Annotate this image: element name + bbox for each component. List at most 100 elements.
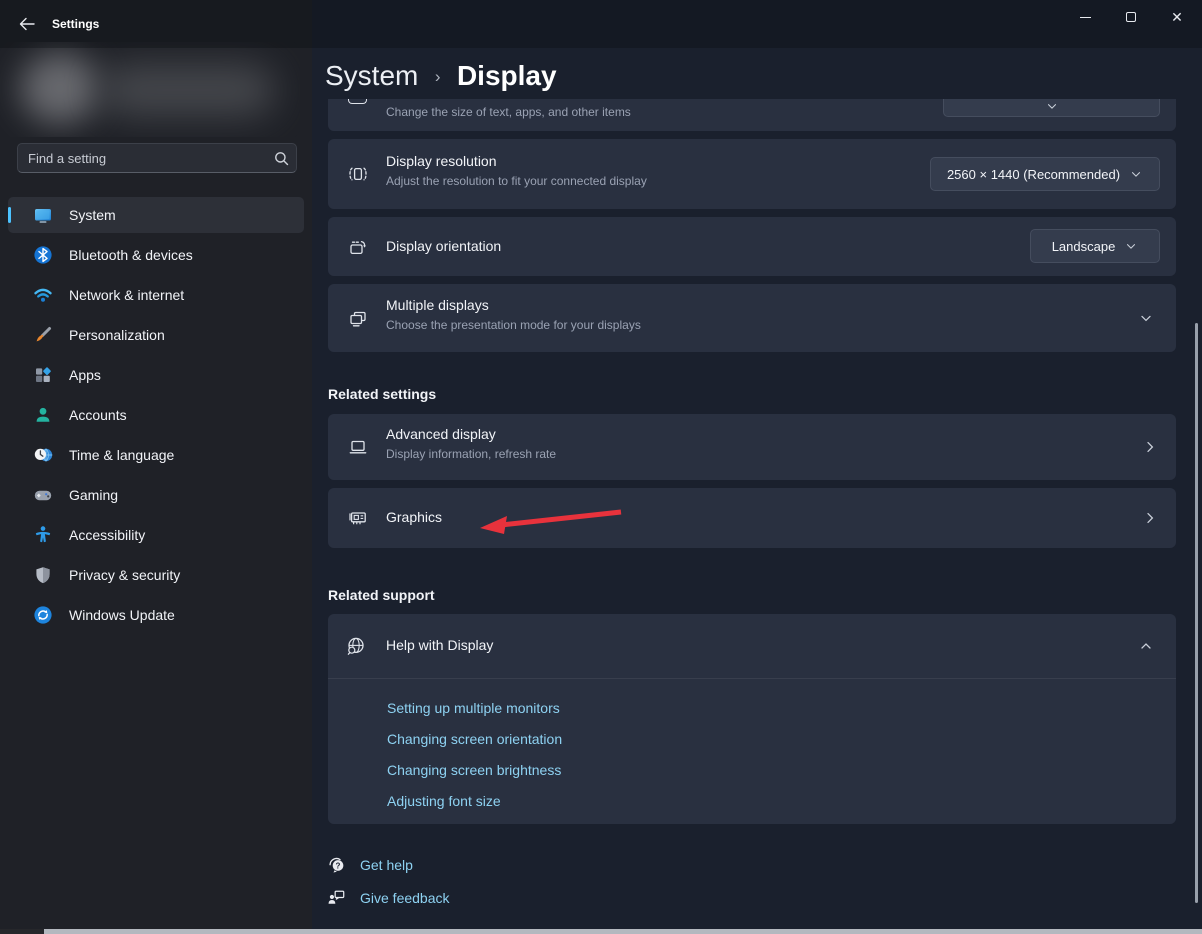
- settings-window: System Bluetooth & devices Network & int…: [0, 0, 1202, 934]
- gamepad-icon: [34, 490, 52, 501]
- minimize-icon: [1079, 16, 1091, 18]
- help-link-font-size[interactable]: Adjusting font size: [387, 793, 562, 809]
- search-icon: [266, 151, 296, 166]
- scale-row-partial: Change the size of text, apps, and other…: [328, 99, 1176, 131]
- sidebar-item-apps[interactable]: Apps: [8, 357, 304, 393]
- help-globe-icon: [347, 637, 364, 655]
- help-link-multiple-monitors[interactable]: Setting up multiple monitors: [387, 700, 562, 716]
- back-button[interactable]: [12, 10, 42, 38]
- give-feedback-icon: [328, 890, 345, 904]
- sidebar-item-privacy-security[interactable]: Privacy & security: [8, 557, 304, 593]
- breadcrumb: System › Display: [325, 56, 557, 96]
- sidebar-item-time-language[interactable]: Time & language: [8, 437, 304, 473]
- sidebar-item-label: Personalization: [69, 327, 165, 343]
- sidebar-item-label: Gaming: [69, 487, 119, 503]
- help-link-screen-brightness[interactable]: Changing screen brightness: [387, 762, 562, 778]
- search-input[interactable]: [18, 150, 266, 166]
- maximize-icon: [1126, 12, 1136, 22]
- display-resolution-icon: [349, 167, 367, 181]
- app-title: Settings: [52, 17, 100, 31]
- give-feedback-link[interactable]: Give feedback: [327, 888, 450, 907]
- bluetooth-icon: [34, 246, 52, 264]
- advanced-display-row[interactable]: Advanced display Display information, re…: [328, 414, 1176, 480]
- sidebar-nav: System Bluetooth & devices Network & int…: [8, 197, 304, 637]
- svg-text:?: ?: [336, 861, 341, 870]
- user-profile-blurred[interactable]: [0, 42, 300, 137]
- orientation-dropdown[interactable]: Landscape: [1030, 229, 1160, 263]
- sidebar-item-label: System: [69, 207, 116, 223]
- advanced-display-icon: [349, 440, 367, 454]
- resolution-dropdown[interactable]: 2560 × 1440 (Recommended): [930, 157, 1160, 191]
- sidebar-item-label: Windows Update: [69, 607, 175, 623]
- brush-icon: [36, 327, 51, 342]
- row-subtitle: Display information, refresh rate: [386, 447, 557, 461]
- multiple-displays-row[interactable]: Multiple displays Choose the presentatio…: [328, 284, 1176, 352]
- wifi-icon: [34, 288, 52, 302]
- get-help-link[interactable]: ? Get help: [327, 855, 413, 874]
- chevron-down-icon: [1047, 104, 1056, 109]
- chevron-right-icon: [1147, 512, 1154, 524]
- sidebar-item-gaming[interactable]: Gaming: [8, 477, 304, 513]
- sidebar-item-personalization[interactable]: Personalization: [8, 317, 304, 353]
- row-title: Display orientation: [386, 238, 502, 254]
- chevron-down-icon: [1127, 244, 1136, 249]
- sidebar-item-label: Apps: [69, 367, 101, 383]
- chevron-up-icon[interactable]: [1138, 638, 1154, 654]
- user-name-blurred: [100, 64, 275, 116]
- close-button[interactable]: ✕: [1154, 0, 1200, 34]
- minimize-button[interactable]: [1062, 0, 1108, 34]
- row-title: Help with Display: [386, 637, 494, 653]
- row-subtitle: Adjust the resolution to fit your connec…: [386, 174, 647, 188]
- give-feedback-label: Give feedback: [360, 889, 450, 906]
- back-arrow-icon: [19, 17, 35, 31]
- sidebar-item-system[interactable]: System: [8, 197, 304, 233]
- sidebar-item-network-internet[interactable]: Network & internet: [8, 277, 304, 313]
- sidebar-item-label: Network & internet: [69, 287, 185, 303]
- sidebar: System Bluetooth & devices Network & int…: [0, 0, 312, 934]
- help-links: Setting up multiple monitors Changing sc…: [387, 700, 562, 824]
- row-title: Graphics: [386, 509, 443, 525]
- chevron-right-icon: [1147, 441, 1154, 453]
- sidebar-item-windows-update[interactable]: Windows Update: [8, 597, 304, 633]
- breadcrumb-parent[interactable]: System: [325, 60, 418, 91]
- chevron-down-icon[interactable]: [1138, 310, 1154, 326]
- graphics-icon: [349, 512, 366, 525]
- sidebar-item-accounts[interactable]: Accounts: [8, 397, 304, 433]
- sidebar-item-bluetooth-devices[interactable]: Bluetooth & devices: [8, 237, 304, 273]
- accessibility-icon: [35, 526, 51, 543]
- scrollbar-thumb[interactable]: [1195, 323, 1198, 903]
- sidebar-item-label: Accessibility: [69, 527, 146, 543]
- sidebar-item-label: Bluetooth & devices: [69, 247, 193, 263]
- sidebar-item-label: Accounts: [69, 407, 127, 423]
- graphics-row[interactable]: Graphics: [328, 488, 1176, 548]
- account-icon: [36, 407, 50, 422]
- row-title: Advanced display: [386, 426, 496, 442]
- scale-dropdown[interactable]: [943, 99, 1160, 117]
- get-help-icon: ?: [329, 857, 344, 873]
- sidebar-item-accessibility[interactable]: Accessibility: [8, 517, 304, 553]
- orientation-value: Landscape: [1051, 238, 1116, 254]
- divider: [328, 678, 1176, 679]
- resolution-value: 2560 × 1440 (Recommended): [946, 166, 1121, 182]
- row-title: Display resolution: [386, 153, 497, 169]
- shield-icon: [36, 567, 50, 584]
- help-header[interactable]: Help with Display: [328, 614, 1176, 678]
- titlebar: Settings ✕: [0, 0, 1202, 48]
- help-with-display-card: Help with Display Setting up multiple mo…: [328, 614, 1176, 824]
- page-title: Display: [456, 60, 557, 91]
- get-help-label: Get help: [360, 856, 413, 873]
- maximize-button[interactable]: [1108, 0, 1154, 34]
- sidebar-item-label: Time & language: [69, 447, 175, 463]
- annotation-arrow: [480, 509, 622, 534]
- search-box[interactable]: [17, 143, 297, 173]
- row-subtitle: Choose the presentation mode for your di…: [386, 318, 641, 332]
- taskbar-edge: [44, 929, 1202, 934]
- display-resolution-row: Display resolution Adjust the resolution…: [328, 139, 1176, 209]
- selected-indicator: [8, 207, 11, 223]
- multiple-displays-icon: [350, 311, 366, 327]
- section-header-related-settings: Related settings: [328, 386, 437, 402]
- help-link-screen-orientation[interactable]: Changing screen orientation: [387, 731, 562, 747]
- scale-icon: [348, 99, 367, 104]
- display-orientation-row: Display orientation Landscape: [328, 217, 1176, 276]
- chevron-down-icon: [1132, 172, 1141, 177]
